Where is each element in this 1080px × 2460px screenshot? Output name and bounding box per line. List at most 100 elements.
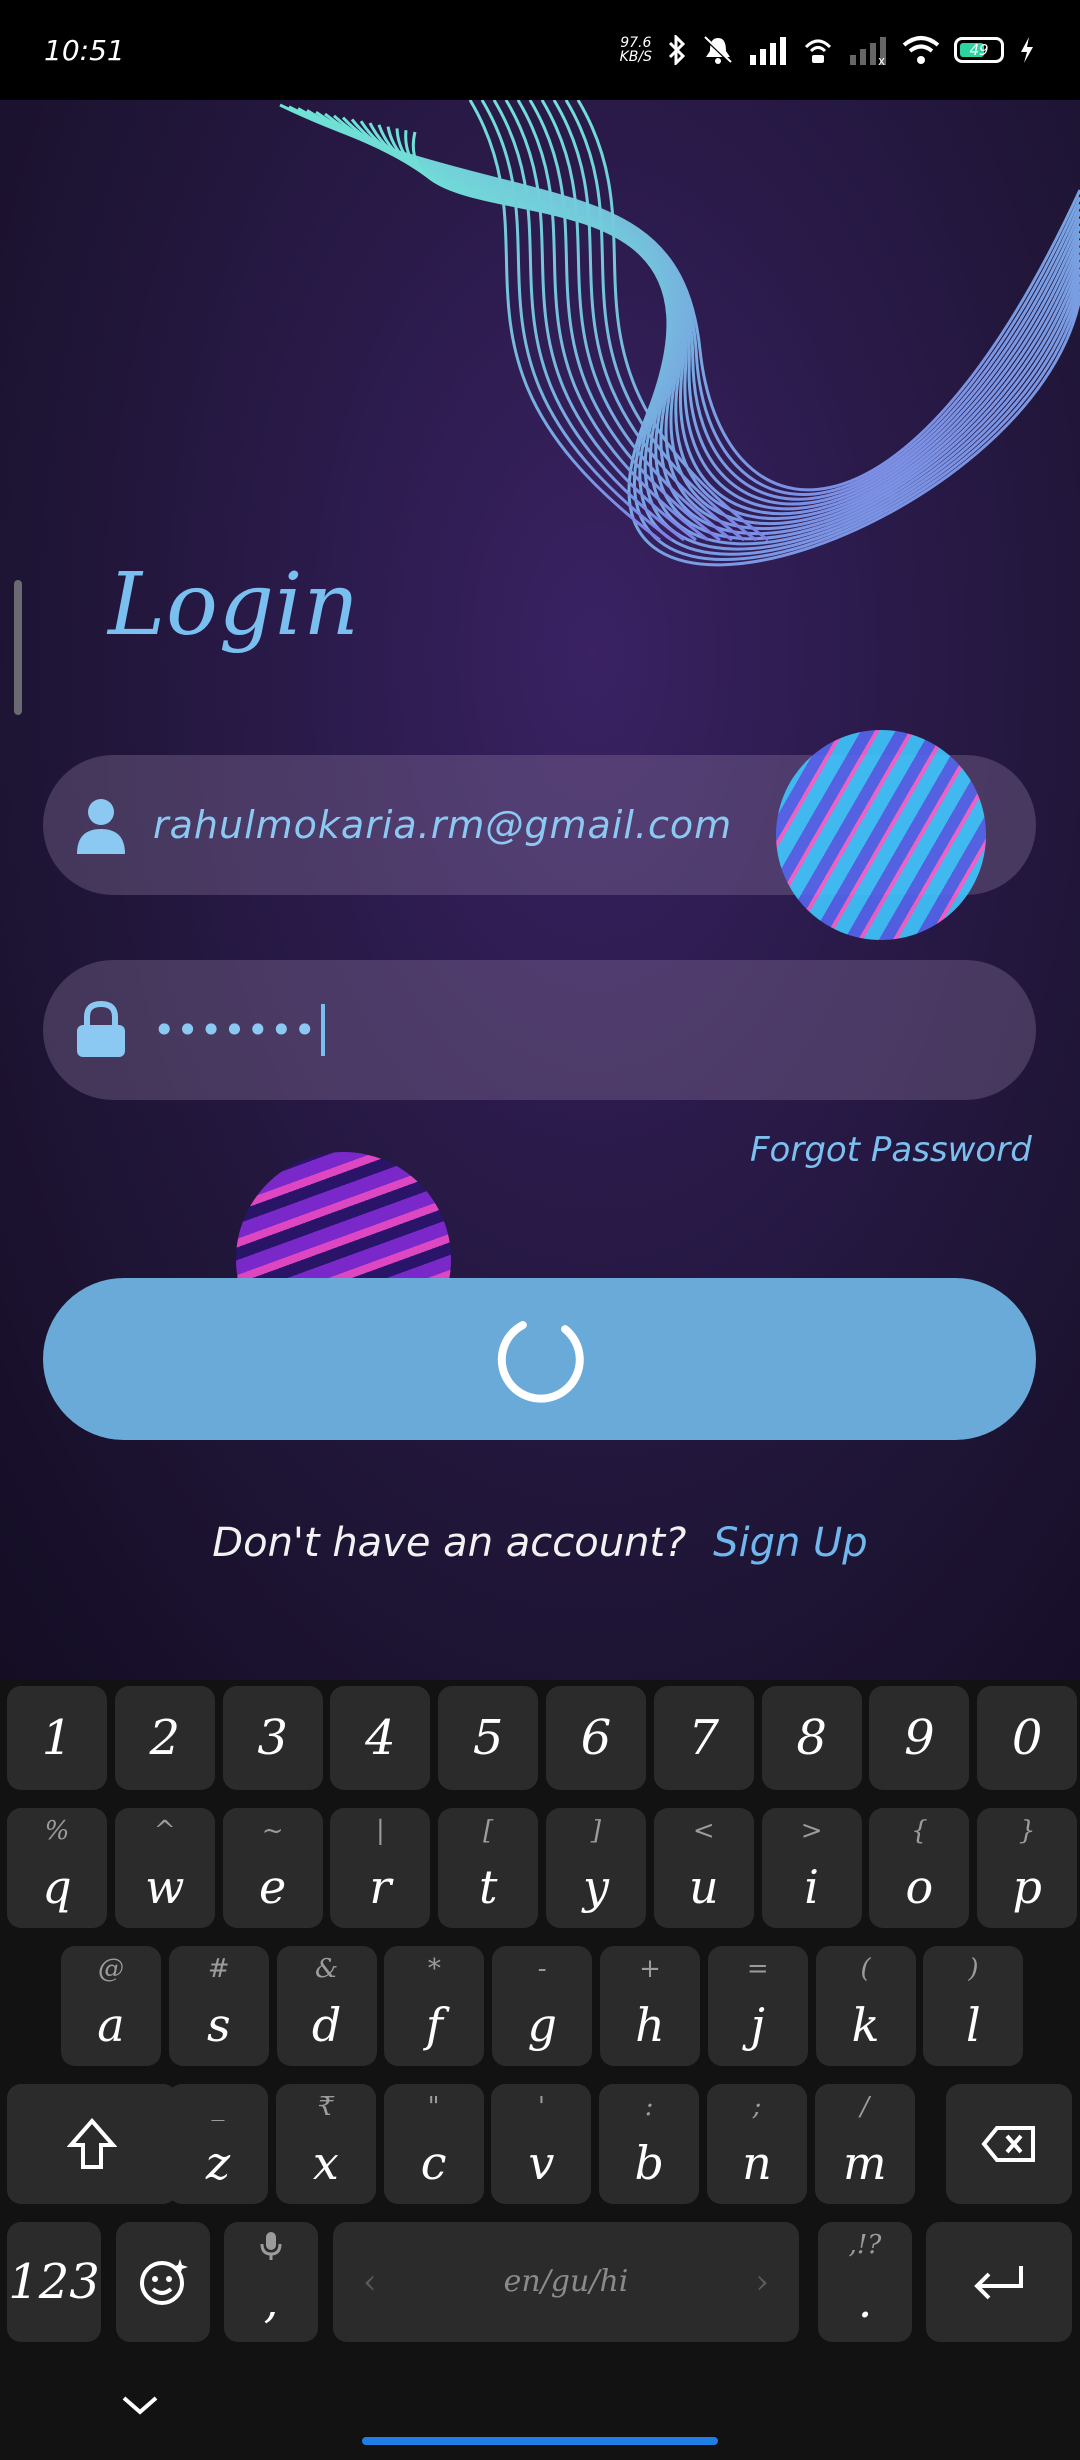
key-q[interactable]: % q [7, 1808, 107, 1928]
key-h[interactable]: + h [600, 1946, 700, 2066]
left-arrow-icon: ‹ [363, 2262, 377, 2302]
key-2[interactable]: 2 [114, 1686, 215, 1790]
page-title: Login [108, 555, 360, 655]
key-secondary-label: _ [211, 2092, 225, 2122]
key-label: 1 [41, 1710, 73, 1766]
key-label: 9 [904, 1710, 935, 1766]
hide-keyboard-icon[interactable] [118, 2390, 162, 2420]
key-label: g [527, 1998, 557, 2052]
key-j[interactable]: = j [707, 1946, 808, 2066]
signup-prompt: Don't have an account? [212, 1520, 687, 1566]
key-v[interactable]: ' v [491, 2084, 592, 2204]
key-s[interactable]: # s [168, 1946, 269, 2066]
emoji-icon [140, 2259, 188, 2305]
key-label: i [804, 1860, 819, 1914]
home-indicator[interactable] [362, 2437, 718, 2445]
key-e[interactable]: ~ e [222, 1808, 323, 1928]
key-secondary-label: + [639, 1954, 661, 1984]
wave-lines-decoration [279, 100, 1080, 567]
key-6[interactable]: 6 [546, 1686, 646, 1790]
key-secondary-label: * [427, 1954, 441, 1984]
key-a[interactable]: @ a [61, 1946, 161, 2066]
signup-row: Don't have an account? Sign Up [0, 1520, 1080, 1566]
key-label: d [311, 1998, 342, 2052]
key-7[interactable]: 7 [653, 1686, 754, 1790]
network-speed-value: 97.6 [620, 35, 652, 51]
key-f[interactable]: * f [384, 1946, 485, 2066]
key-4[interactable]: 4 [330, 1686, 431, 1790]
key-o[interactable]: {o [869, 1808, 970, 1928]
key-b[interactable]: :b [599, 2084, 700, 2204]
key-secondary-label: > [800, 1816, 823, 1846]
key-w[interactable]: ^ w [114, 1808, 215, 1928]
key-1[interactable]: 1 [7, 1686, 107, 1790]
key-9[interactable]: 9 [869, 1686, 970, 1790]
key-secondary-label: & [315, 1954, 339, 1984]
key-m[interactable]: / m [814, 2084, 915, 2204]
key-3[interactable]: 3 [222, 1686, 323, 1790]
key-secondary-label: : [644, 2092, 654, 2122]
key-x[interactable]: ₹ x [275, 2084, 376, 2204]
key-label: z [205, 2136, 231, 2190]
enter-key[interactable] [926, 2222, 1072, 2342]
key-label: s [206, 1998, 231, 2052]
key-label: n [742, 2136, 772, 2190]
key-n[interactable]: ; n [707, 2084, 807, 2204]
key-label: b [634, 2136, 664, 2190]
key-secondary-label: - [537, 1954, 547, 1984]
key-g[interactable]: -g [492, 1946, 593, 2066]
bluetooth-icon [668, 35, 686, 65]
key-u[interactable]: < u [653, 1808, 754, 1928]
signup-link[interactable]: Sign Up [713, 1520, 868, 1566]
key-secondary-label: | [376, 1816, 385, 1846]
key-r[interactable]: | r [330, 1808, 431, 1928]
key-l[interactable]: ) l [923, 1946, 1024, 2066]
space-key[interactable]: ‹ en/gu/hi › [333, 2222, 799, 2342]
key-label: h [635, 1998, 665, 2052]
key-label: a [97, 1998, 125, 2052]
scroll-indicator[interactable] [14, 580, 22, 715]
right-arrow-icon: › [755, 2262, 769, 2302]
key-5[interactable]: 5 [438, 1686, 539, 1790]
key-label: 7 [688, 1710, 720, 1766]
key-label: 6 [580, 1710, 612, 1766]
key-secondary-label: ^ [153, 1816, 176, 1846]
key-label: 0 [1011, 1710, 1043, 1766]
key-label: w [145, 1860, 185, 1914]
backspace-icon [981, 2126, 1035, 2162]
battery-icon: 49 [954, 37, 1004, 63]
key-k[interactable]: (k [815, 1946, 916, 2066]
key-secondary-label: / [860, 2092, 870, 2122]
key-c[interactable]: " c [383, 2084, 484, 2204]
shift-key[interactable] [7, 2084, 177, 2204]
hotspot-icon [804, 39, 832, 63]
key-8[interactable]: 8 [761, 1686, 862, 1790]
key-label: 5 [472, 1710, 504, 1766]
forgot-password-link[interactable]: Forgot Password [750, 1130, 1032, 1170]
period-key[interactable]: ,!?. [818, 2222, 912, 2342]
key-0[interactable]: 0 [977, 1686, 1078, 1790]
battery-level: 49 [969, 41, 989, 59]
key-y[interactable]: ] y [546, 1808, 646, 1928]
user-icon [73, 795, 129, 855]
key-secondary-label: ,!? [848, 2230, 882, 2260]
password-field[interactable]: ••••••• [43, 960, 1036, 1100]
key-label: p [1012, 1860, 1042, 1914]
login-button[interactable] [43, 1278, 1036, 1440]
login-screen: Login rahulmokaria.rm@gmail.com ••••••• … [0, 100, 1080, 1680]
key-z[interactable]: _ z [168, 2084, 268, 2204]
symbols-key[interactable]: 123 [7, 2222, 101, 2342]
soft-keyboard: 1 2 3 4 5 6 7 8 9 0% q ^ w ~ e | r[t] y < u > i{o} p @ a # s & d * f - g… [0, 1680, 1080, 2460]
key-secondary-label: " [427, 2092, 440, 2122]
key-i[interactable]: > i [761, 1808, 862, 1928]
key-t[interactable]: [t [438, 1808, 539, 1928]
network-speed-unit: KB/S [619, 49, 652, 65]
key-secondary-label: ; [752, 2092, 762, 2122]
emoji-key[interactable] [116, 2222, 210, 2342]
key-label: 4 [365, 1710, 396, 1766]
key-d[interactable]: & d [276, 1946, 377, 2066]
key-p[interactable]: } p [977, 1808, 1078, 1928]
key-label: l [966, 1998, 981, 2052]
comma-key[interactable]: , [224, 2222, 318, 2342]
backspace-key[interactable] [946, 2084, 1072, 2204]
